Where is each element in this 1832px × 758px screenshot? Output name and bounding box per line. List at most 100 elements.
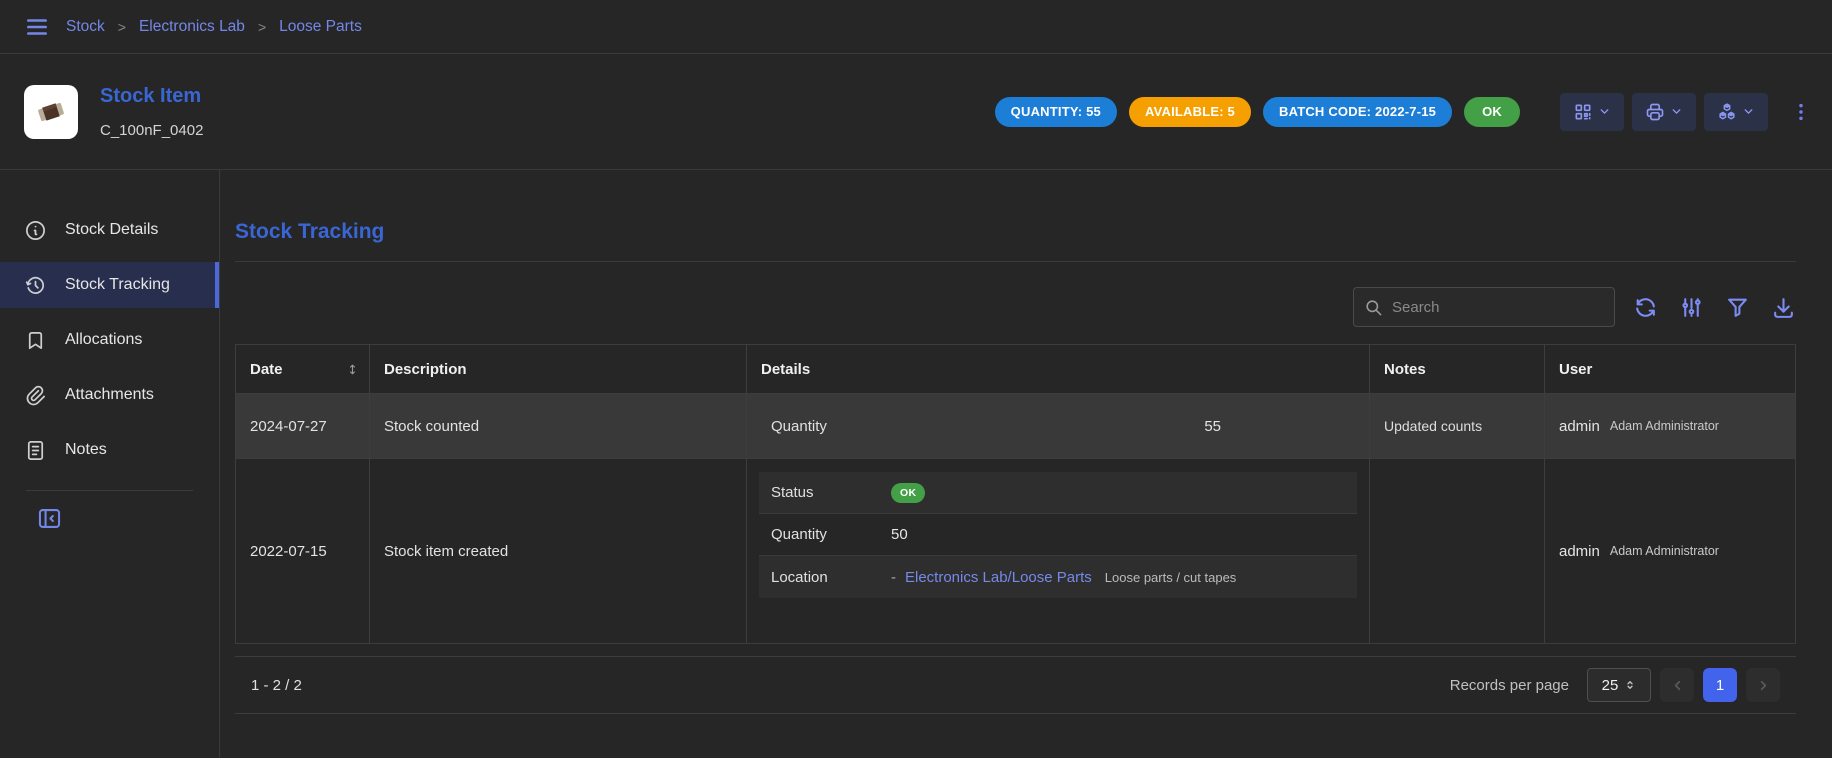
next-page-button[interactable] xyxy=(1746,668,1780,702)
column-header-details: Details xyxy=(746,345,1369,393)
search-box xyxy=(1353,287,1615,327)
hamburger-menu-icon[interactable] xyxy=(24,14,50,40)
info-circle-icon xyxy=(24,219,47,242)
topbar: Stock > Electronics Lab > Loose Parts xyxy=(0,0,1832,54)
page-size-select[interactable]: 25 xyxy=(1587,668,1651,702)
sort-icon[interactable] xyxy=(346,363,359,376)
table-footer: 1 - 2 / 2 Records per page 25 1 xyxy=(235,656,1796,714)
main-panel: Stock Tracking xyxy=(220,170,1832,758)
capacitor-image xyxy=(31,92,71,132)
detail-row-quantity: Quantity 50 xyxy=(759,514,1357,556)
printer-icon xyxy=(1645,102,1665,122)
details-subtable: Status OK Quantity 50 Location - Electro… xyxy=(759,472,1357,598)
records-per-page-label: Records per page xyxy=(1450,677,1569,694)
sidebar-item-label: Stock Details xyxy=(65,221,158,239)
location-link[interactable]: Electronics Lab/Loose Parts xyxy=(905,569,1092,586)
part-name: C_100nF_0402 xyxy=(100,122,203,139)
sidebar-item-stock-details[interactable]: Stock Details xyxy=(0,207,219,253)
breadcrumb-loose-parts[interactable]: Loose Parts xyxy=(279,18,362,36)
notes-icon xyxy=(24,439,47,462)
table-toolbar xyxy=(235,287,1796,327)
user-fullname: Adam Administrator xyxy=(1610,419,1719,433)
stock-tracking-table: Date Description Details Notes User 2024… xyxy=(235,344,1796,644)
pagination: Records per page 25 1 xyxy=(1450,668,1780,702)
description-cell: Stock item created xyxy=(369,459,746,643)
sidebar-item-notes[interactable]: Notes xyxy=(0,427,219,473)
sidebar-item-allocations[interactable]: Allocations xyxy=(0,317,219,363)
print-actions-button[interactable] xyxy=(1632,93,1696,131)
sidebar-item-label: Notes xyxy=(65,441,107,459)
breadcrumb-electronics-lab[interactable]: Electronics Lab xyxy=(139,18,245,36)
sidebar: Stock Details Stock Tracking Allocations… xyxy=(0,170,220,758)
detail-row-quantity: Quantity 55 xyxy=(759,402,1357,451)
bookmark-icon xyxy=(24,329,47,352)
chevron-down-icon xyxy=(1670,105,1683,118)
breadcrumb-separator: > xyxy=(118,19,126,35)
user-cell: admin Adam Administrator xyxy=(1544,459,1795,643)
table-tool-icons xyxy=(1633,295,1796,320)
table-header-row: Date Description Details Notes User xyxy=(236,345,1795,393)
select-chevrons-icon xyxy=(1624,678,1636,692)
status-badges: QUANTITY: 55 AVAILABLE: 5 BATCH CODE: 20… xyxy=(995,97,1520,127)
column-header-notes: Notes xyxy=(1369,345,1544,393)
filter-icon[interactable] xyxy=(1725,295,1750,320)
section-divider xyxy=(235,261,1796,262)
breadcrumb-stock[interactable]: Stock xyxy=(66,18,105,36)
notes-cell: Updated counts xyxy=(1369,394,1544,458)
page-title: Stock Item xyxy=(100,85,203,108)
breadcrumb: Stock > Electronics Lab > Loose Parts xyxy=(66,18,362,36)
table-row[interactable]: 2024-07-27 Stock counted Quantity 55 Upd… xyxy=(236,393,1795,458)
kebab-menu-icon[interactable] xyxy=(1790,101,1812,123)
search-input[interactable] xyxy=(1354,288,1614,326)
packages-icon xyxy=(1717,102,1737,122)
page-1-button[interactable]: 1 xyxy=(1703,668,1737,702)
column-header-user: User xyxy=(1544,345,1795,393)
sidebar-item-label: Stock Tracking xyxy=(65,276,170,294)
part-thumbnail[interactable] xyxy=(24,85,78,139)
breadcrumb-separator: > xyxy=(258,19,266,35)
description-cell: Stock counted xyxy=(369,394,746,458)
adjustments-icon[interactable] xyxy=(1679,295,1704,320)
column-header-date[interactable]: Date xyxy=(236,345,369,393)
download-icon[interactable] xyxy=(1771,295,1796,320)
previous-page-button[interactable] xyxy=(1660,668,1694,702)
details-cell: Status OK Quantity 50 Location - Electro… xyxy=(746,459,1369,643)
batch-code-badge: BATCH CODE: 2022-7-15 xyxy=(1263,97,1452,127)
date-cell: 2022-07-15 xyxy=(236,459,369,643)
location-dash: - xyxy=(891,569,896,586)
username: admin xyxy=(1559,543,1600,560)
quantity-badge: QUANTITY: 55 xyxy=(995,97,1117,127)
chevron-left-icon xyxy=(1670,678,1685,693)
stock-item-page: Stock > Electronics Lab > Loose Parts St… xyxy=(0,0,1832,758)
user-fullname: Adam Administrator xyxy=(1610,544,1719,558)
sidebar-item-stock-tracking[interactable]: Stock Tracking xyxy=(0,262,219,308)
user-cell: admin Adam Administrator xyxy=(1544,394,1795,458)
details-cell: Quantity 55 xyxy=(746,394,1369,458)
page-header: Stock Item C_100nF_0402 QUANTITY: 55 AVA… xyxy=(0,54,1832,170)
table-row[interactable]: 2022-07-15 Stock item created Status OK … xyxy=(236,458,1795,643)
refresh-icon[interactable] xyxy=(1633,295,1658,320)
title-block: Stock Item C_100nF_0402 xyxy=(100,85,203,139)
barcode-actions-button[interactable] xyxy=(1560,93,1624,131)
username: admin xyxy=(1559,418,1600,435)
location-description: Loose parts / cut tapes xyxy=(1105,570,1237,585)
history-icon xyxy=(24,274,47,297)
sidebar-collapse-icon[interactable] xyxy=(36,505,219,532)
notes-cell xyxy=(1369,459,1544,643)
qr-code-icon xyxy=(1573,102,1593,122)
record-range: 1 - 2 / 2 xyxy=(251,677,302,694)
date-cell: 2024-07-27 xyxy=(236,394,369,458)
stock-actions-button[interactable] xyxy=(1704,93,1768,131)
chevron-right-icon xyxy=(1756,678,1771,693)
column-header-description[interactable]: Description xyxy=(369,345,746,393)
status-ok-badge: OK xyxy=(1464,97,1520,127)
chevron-down-icon xyxy=(1742,105,1755,118)
ok-status-badge: OK xyxy=(891,483,925,503)
detail-row-location: Location - Electronics Lab/Loose Parts L… xyxy=(759,556,1357,598)
sidebar-item-attachments[interactable]: Attachments xyxy=(0,372,219,418)
search-icon xyxy=(1364,298,1383,317)
sidebar-item-label: Allocations xyxy=(65,331,142,349)
detail-row-status: Status OK xyxy=(759,472,1357,514)
chevron-down-icon xyxy=(1598,105,1611,118)
detail-value: 55 xyxy=(891,418,1221,435)
